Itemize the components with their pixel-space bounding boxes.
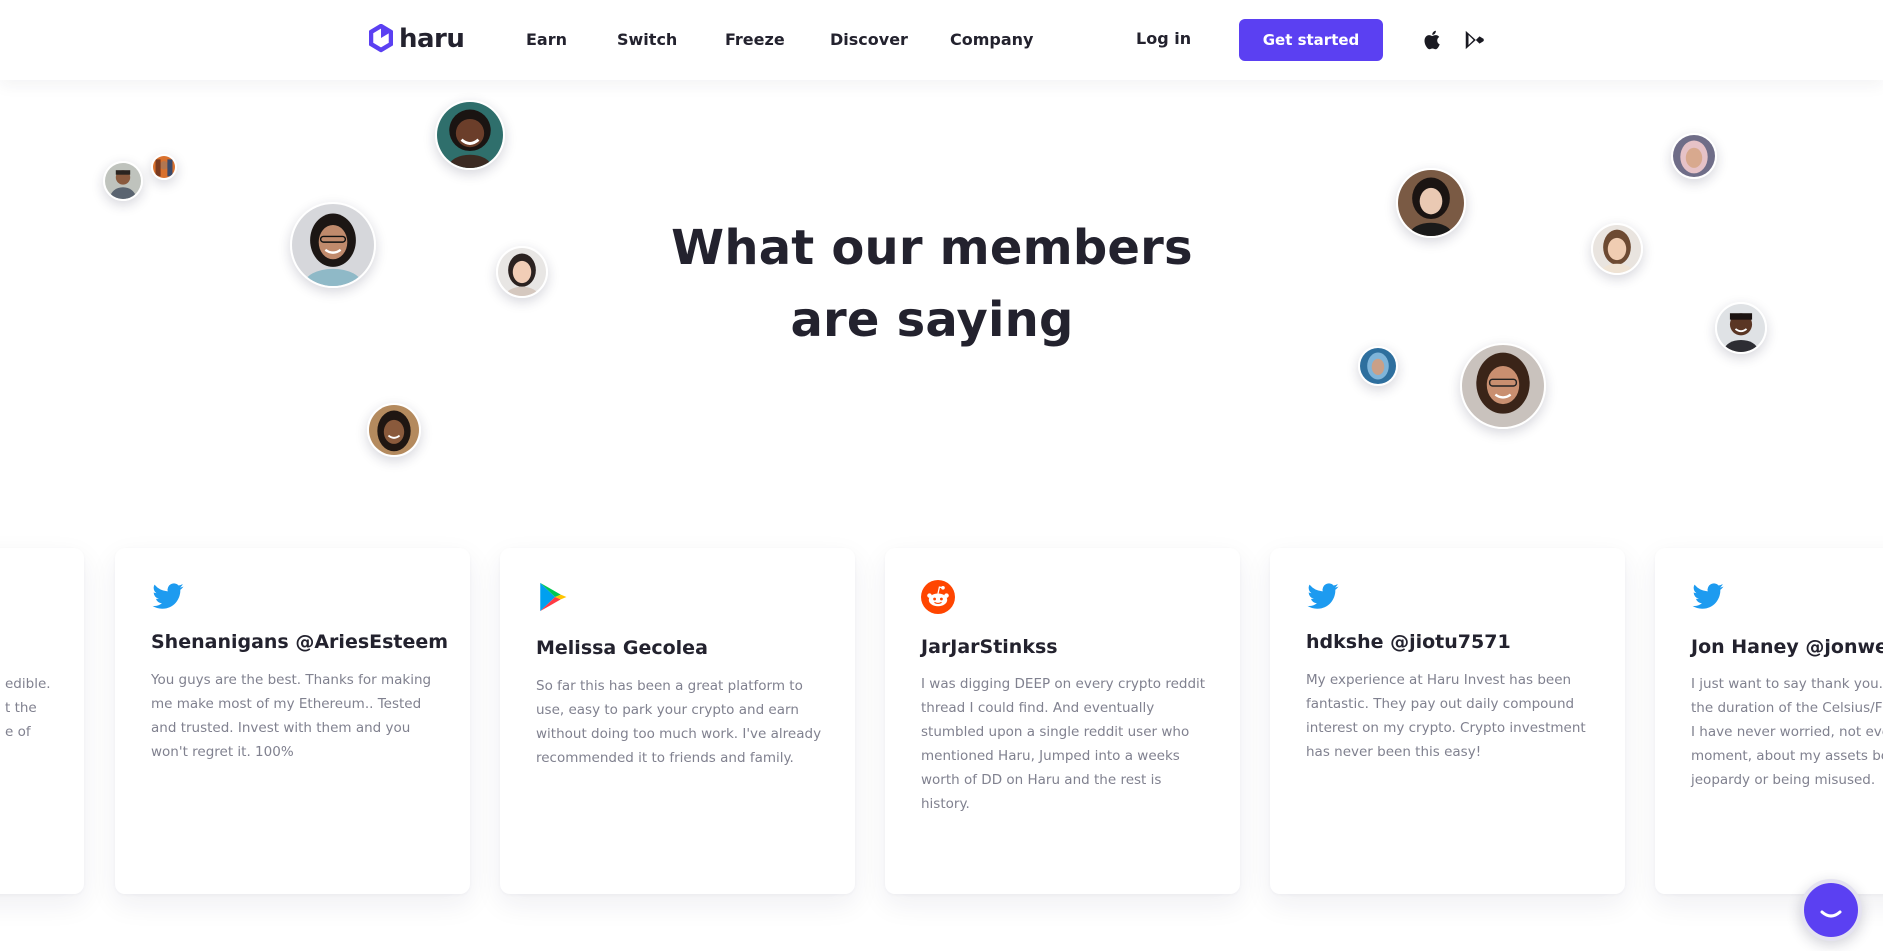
- member-avatar: [435, 100, 505, 170]
- testimonial-card: Melissa Gecolea So far this has been a g…: [500, 548, 855, 894]
- haru-logo[interactable]: haru: [369, 22, 465, 56]
- member-avatar: [1358, 346, 1398, 386]
- twitter-icon: [152, 583, 184, 609]
- get-started-button[interactable]: Get started: [1239, 19, 1383, 61]
- member-avatar: [151, 154, 177, 180]
- member-avatar: [1671, 133, 1717, 179]
- section-title-line1: What our members: [671, 220, 1193, 276]
- testimonial-author: Jon Haney @jonwes: [1691, 636, 1883, 658]
- section-title-line2: are saying: [790, 292, 1074, 348]
- member-avatar: [496, 246, 548, 298]
- nav-switch[interactable]: Switch: [617, 30, 677, 49]
- member-avatar: [1591, 223, 1643, 275]
- nav-company[interactable]: Company: [950, 30, 1033, 49]
- member-avatar: [367, 403, 421, 457]
- twitter-icon: [1692, 583, 1724, 609]
- google-play-icon: [540, 582, 567, 612]
- testimonial-text: edible. t the e of: [5, 672, 65, 744]
- site-header: haru Earn Switch Freeze Discover Company…: [0, 0, 1883, 80]
- apple-icon[interactable]: [1422, 28, 1444, 52]
- member-avatar: [1460, 343, 1546, 429]
- member-avatar: [290, 202, 376, 288]
- testimonial-text-line: t the: [5, 700, 37, 716]
- logo-text: haru: [399, 24, 465, 54]
- chat-icon: [1820, 910, 1842, 918]
- haru-logo-icon: [369, 24, 393, 53]
- testimonial-text: So far this has been a great platform to…: [536, 678, 822, 766]
- page: haru Earn Switch Freeze Discover Company…: [0, 0, 1883, 951]
- testimonial-text-line: moment, about my assets be: [1691, 748, 1883, 764]
- testimonial-text-line: jeopardy or being misused.: [1691, 772, 1876, 788]
- member-avatar: [1396, 168, 1466, 238]
- nav-earn[interactable]: Earn: [526, 30, 567, 49]
- testimonial-text: My experience at Haru Invest has been fa…: [1306, 672, 1586, 760]
- testimonial-card: hdkshe @jiotu7571 My experience at Haru …: [1270, 548, 1625, 894]
- member-avatar: [1715, 302, 1767, 354]
- section-title: What our members are saying: [642, 212, 1222, 356]
- testimonial-text-line: edible.: [5, 676, 51, 692]
- google-play-icon[interactable]: [1463, 28, 1485, 52]
- testimonial-author: Melissa Gecolea: [536, 637, 708, 659]
- testimonial-text-line: the duration of the Celsius/F: [1691, 700, 1883, 716]
- login-link[interactable]: Log in: [1136, 29, 1191, 48]
- nav-freeze[interactable]: Freeze: [725, 30, 785, 49]
- testimonial-text: I just want to say thank you. the durati…: [1691, 672, 1883, 792]
- testimonial-author: JarJarStinkss: [921, 636, 1058, 658]
- reddit-icon: [921, 580, 955, 614]
- testimonial-author: hdkshe @jiotu7571: [1306, 631, 1511, 653]
- member-avatar: [103, 161, 143, 201]
- testimonial-text: You guys are the best. Thanks for making…: [151, 672, 432, 760]
- testimonial-text-line: I just want to say thank you.: [1691, 676, 1883, 692]
- testimonial-text-line: I have never worried, not eve: [1691, 724, 1883, 740]
- testimonial-card: JarJarStinkss I was digging DEEP on ever…: [885, 548, 1240, 894]
- testimonial-card: Jon Haney @jonwes I just want to say tha…: [1655, 548, 1883, 894]
- twitter-icon: [1307, 583, 1339, 609]
- nav-discover[interactable]: Discover: [830, 30, 908, 49]
- testimonial-text: I was digging DEEP on every crypto reddi…: [921, 676, 1206, 812]
- testimonial-text-line: e of: [5, 724, 31, 740]
- testimonial-card: edible. t the e of: [0, 548, 84, 894]
- chat-button[interactable]: [1800, 879, 1862, 941]
- testimonial-card: Shenanigans @AriesEsteem You guys are th…: [115, 548, 470, 894]
- testimonial-author: Shenanigans @AriesEsteem: [151, 631, 449, 653]
